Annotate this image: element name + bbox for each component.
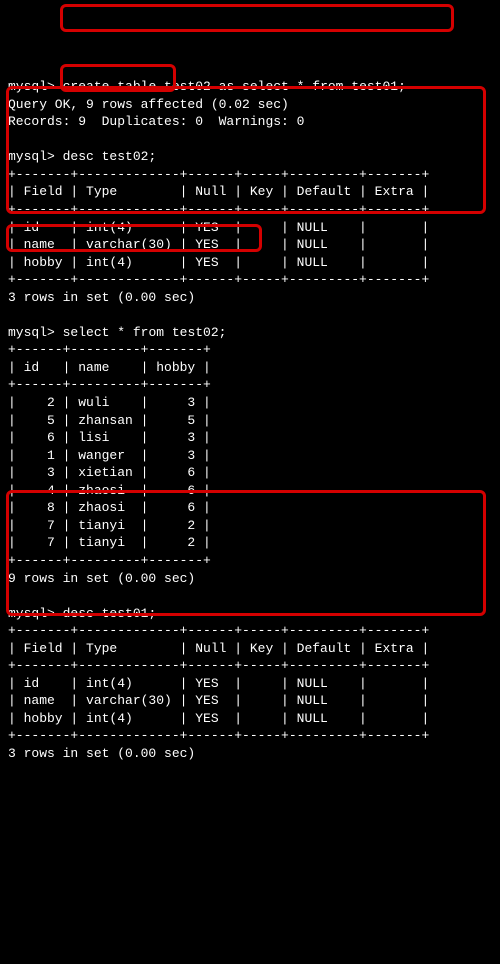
cmd-create-table: create table test02 as select * from tes… <box>63 79 406 94</box>
result-rowcount: 3 rows in set (0.00 sec) <box>8 746 195 761</box>
table-row: | 8 | zhaosi | 6 | <box>8 500 211 515</box>
table-row: | id | int(4) | YES | | NULL | | <box>8 676 429 691</box>
cmd-desc-test01: desc test01; <box>63 606 157 621</box>
table-row: | 7 | tianyi | 2 | <box>8 518 211 533</box>
mysql-prompt: mysql> <box>8 149 55 164</box>
mysql-prompt: mysql> <box>8 79 55 94</box>
mysql-prompt: mysql> <box>8 606 55 621</box>
table-border: +------+---------+-------+ <box>8 553 211 568</box>
table-row: | name | varchar(30) | YES | | NULL | | <box>8 693 429 708</box>
result-rowcount: 9 rows in set (0.00 sec) <box>8 571 195 586</box>
table-border: +-------+-------------+------+-----+----… <box>8 728 429 743</box>
table-row: | 2 | wuli | 3 | <box>8 395 211 410</box>
table-header: | Field | Type | Null | Key | Default | … <box>8 184 429 199</box>
table-row: | 5 | zhansan | 5 | <box>8 413 211 428</box>
cmd-desc-test02: desc test02; <box>63 149 157 164</box>
table-row: | id | int(4) | YES | | NULL | | <box>8 220 429 235</box>
table-row: | name | varchar(30) | YES | | NULL | | <box>8 237 429 252</box>
table-border: +-------+-------------+------+-----+----… <box>8 272 429 287</box>
table-header: | Field | Type | Null | Key | Default | … <box>8 641 429 656</box>
mysql-prompt: mysql> <box>8 325 55 340</box>
result-rowcount: 3 rows in set (0.00 sec) <box>8 290 195 305</box>
table-row: | hobby | int(4) | YES | | NULL | | <box>8 711 429 726</box>
table-row: | hobby | int(4) | YES | | NULL | | <box>8 255 429 270</box>
table-border: +-------+-------------+------+-----+----… <box>8 202 429 217</box>
table-row: | 3 | xietian | 6 | <box>8 465 211 480</box>
table-border: +------+---------+-------+ <box>8 377 211 392</box>
table-row: | 1 | wanger | 3 | <box>8 448 211 463</box>
highlight-box <box>60 4 454 32</box>
result-query-ok: Query OK, 9 rows affected (0.02 sec) <box>8 97 289 112</box>
table-border: +-------+-------------+------+-----+----… <box>8 658 429 673</box>
table-row: | 6 | lisi | 3 | <box>8 430 211 445</box>
table-border: +-------+-------------+------+-----+----… <box>8 167 429 182</box>
table-header: | id | name | hobby | <box>8 360 211 375</box>
table-border: +-------+-------------+------+-----+----… <box>8 623 429 638</box>
result-records: Records: 9 Duplicates: 0 Warnings: 0 <box>8 114 304 129</box>
table-border: +------+---------+-------+ <box>8 342 211 357</box>
table-row: | 7 | tianyi | 2 | <box>8 535 211 550</box>
table-row: | 4 | zhaosi | 6 | <box>8 483 211 498</box>
cmd-select-test02: select * from test02; <box>63 325 227 340</box>
